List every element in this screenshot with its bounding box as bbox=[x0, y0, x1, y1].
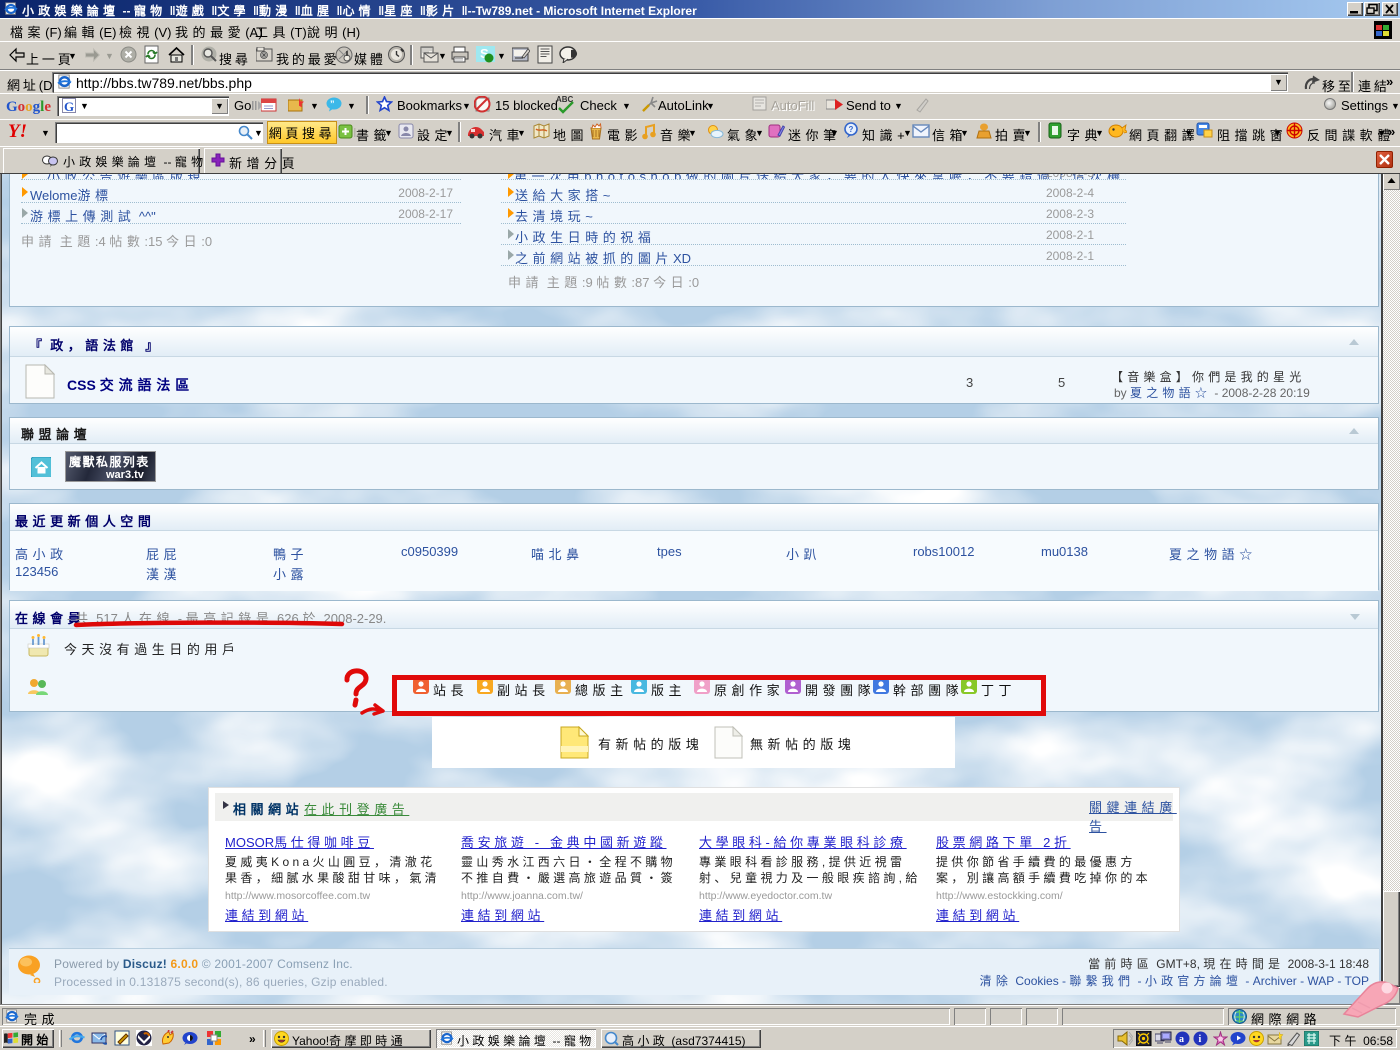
svg-text:”: ” bbox=[330, 99, 335, 109]
svg-text:a: a bbox=[1179, 1034, 1184, 1045]
svg-text:i: i bbox=[1199, 1034, 1202, 1045]
svg-text:?: ? bbox=[849, 125, 854, 134]
